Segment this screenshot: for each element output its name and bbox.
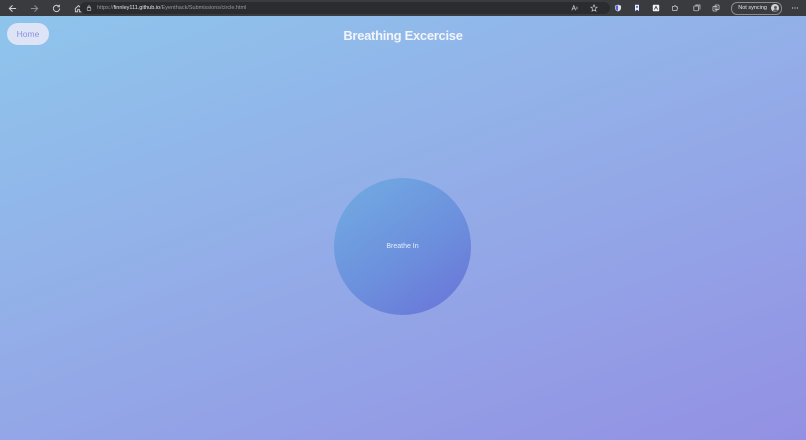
extension-button[interactable]	[651, 3, 661, 13]
reload-icon	[52, 4, 60, 12]
star-plus-icon	[590, 4, 599, 12]
profile-sync-button[interactable]: Not syncing	[731, 1, 782, 15]
bookmark-extension-button[interactable]	[632, 3, 642, 13]
lock-icon	[86, 5, 92, 11]
breathing-instruction: Breathe In	[386, 243, 419, 250]
bookmark-icon	[635, 4, 640, 12]
address-bar[interactable]: https://finnley111.github.io/Eyenthack/S…	[80, 2, 610, 14]
browser-essentials-button[interactable]	[711, 3, 721, 13]
url-scheme: https://	[97, 5, 114, 11]
settings-more-button[interactable]	[790, 3, 800, 13]
page-title: Breathing Excercise	[343, 28, 463, 43]
arrow-right-icon	[30, 4, 38, 12]
breathing-circle: Breathe In	[334, 178, 471, 315]
avatar	[771, 4, 779, 12]
copy-icon	[712, 4, 720, 12]
arrow-left-icon	[8, 4, 16, 12]
url-host: finnley111.github.io	[113, 5, 161, 11]
shield-extension-button[interactable]	[613, 3, 623, 13]
extension-square-icon	[653, 4, 660, 12]
url-path: /Eyenthack/Submissions/circle.html	[160, 5, 247, 11]
favorite-button[interactable]	[589, 3, 599, 13]
read-aloud-icon	[571, 4, 578, 11]
browser-toolbar: https://finnley111.github.io/Eyenthack/S…	[0, 0, 806, 16]
sync-status-label: Not syncing	[738, 5, 767, 11]
collections-icon	[693, 4, 701, 12]
more-horizontal-icon	[791, 7, 799, 9]
browser-extensions: Not syncing	[561, 0, 800, 16]
forward-button[interactable]	[27, 1, 41, 15]
back-button[interactable]	[5, 1, 19, 15]
read-aloud-button[interactable]	[570, 3, 580, 13]
puzzle-icon	[672, 5, 679, 11]
user-icon	[772, 5, 778, 12]
shield-icon	[615, 4, 622, 12]
page-content: Home Breathing Excercise Breathe In	[0, 16, 806, 440]
collections-button[interactable]	[692, 3, 702, 13]
extensions-menu-button[interactable]	[670, 3, 680, 13]
reload-button[interactable]	[49, 1, 63, 15]
